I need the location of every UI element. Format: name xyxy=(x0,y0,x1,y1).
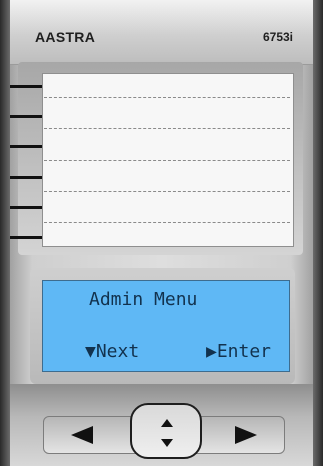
screen-row-separator xyxy=(44,160,290,161)
nav-up-down-button[interactable] xyxy=(130,403,202,459)
brand-logo: AASTRA xyxy=(35,29,96,45)
left-bezel xyxy=(0,0,10,466)
up-arrow-icon xyxy=(161,419,173,427)
lcd-display: Admin Menu ▼Next ▶Enter xyxy=(42,280,290,372)
programmable-key-2[interactable] xyxy=(10,115,42,118)
programmable-key-1[interactable] xyxy=(10,85,42,88)
screen-row-separator xyxy=(44,128,290,129)
programmable-key-3[interactable] xyxy=(10,145,42,148)
programmable-key-5[interactable] xyxy=(10,206,42,209)
screen-row-separator xyxy=(44,222,290,223)
left-arrow-icon xyxy=(71,426,93,444)
softkey-next-label: ▼Next xyxy=(85,341,140,362)
right-arrow-icon xyxy=(235,426,257,444)
right-bezel xyxy=(313,0,323,466)
softkey-enter-label: ▶Enter xyxy=(206,341,272,362)
screen-row-separator xyxy=(44,97,290,98)
programmable-key-4[interactable] xyxy=(10,176,42,179)
phone-body: AASTRA 6753i Admin Menu ▼Next ▶Enter xyxy=(0,0,323,466)
lcd-title: Admin Menu xyxy=(89,289,198,310)
screen-row-separator xyxy=(44,191,290,192)
down-arrow-icon xyxy=(161,439,173,447)
programmable-key-6[interactable] xyxy=(10,236,42,239)
nav-left-button[interactable] xyxy=(43,416,121,454)
model-number: 6753i xyxy=(262,30,293,44)
phone-header: AASTRA 6753i xyxy=(10,0,313,65)
nav-right-button[interactable] xyxy=(207,416,285,454)
